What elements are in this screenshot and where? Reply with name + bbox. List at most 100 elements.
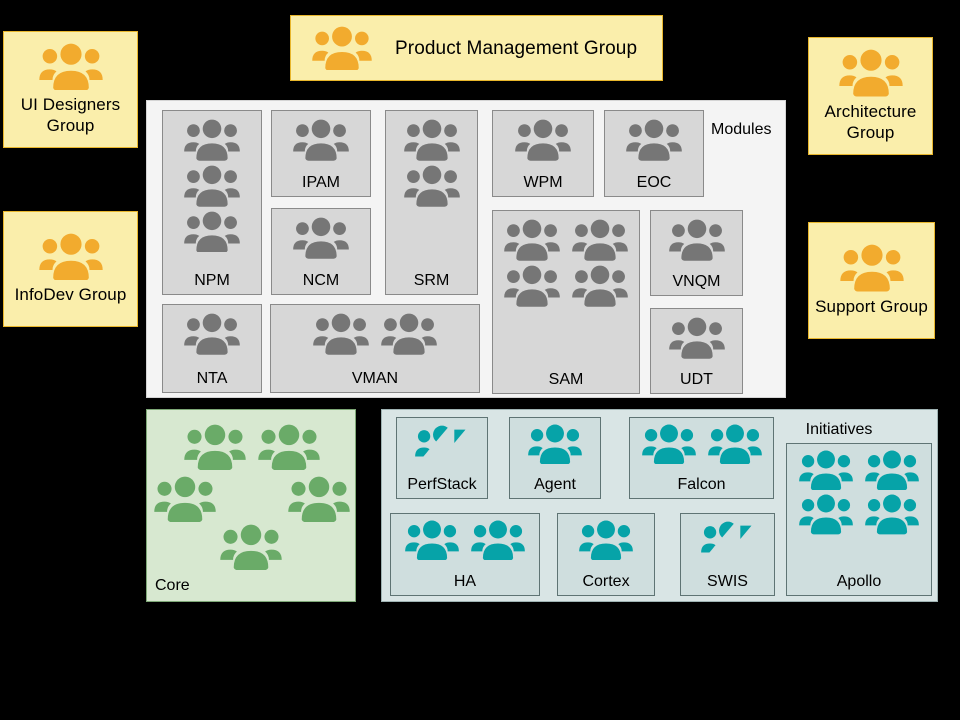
initiative-tile-agent[interactable]: Agent: [509, 417, 601, 499]
module-vman-people-icon: [381, 313, 437, 355]
module-tile-label-wpm: WPM: [523, 174, 563, 191]
core-tile[interactable]: Core: [146, 409, 356, 602]
initiative-cortex-people-icon: [579, 520, 633, 561]
module-tile-udt[interactable]: UDT: [650, 308, 743, 394]
initiative-tile-icons-falcon: [634, 418, 770, 465]
module-tile-icons-ipam: [286, 111, 356, 161]
core-people-icon: [219, 524, 283, 571]
initiative-perfstack-people-icon: [415, 425, 466, 466]
people-group-icon: [38, 233, 104, 281]
initiative-tile-icons-cortex: [572, 514, 640, 561]
initiative-tile-label-cortex: Cortex: [582, 573, 630, 590]
module-tile-icons-nta: [177, 305, 247, 355]
group-card-label-infodev: InfoDev Group: [14, 285, 127, 305]
initiative-agent-people-icon: [528, 424, 582, 465]
initiative-tile-icons-apollo: [791, 444, 927, 535]
initiative-ha-people-icon: [471, 520, 525, 561]
initiative-tile-icons-swis: [694, 514, 762, 564]
core-people-icon: [220, 524, 282, 571]
initiative-tile-icons-ha: [397, 514, 533, 561]
initiative-tile-label-agent: Agent: [534, 476, 576, 493]
module-tile-label-sam: SAM: [548, 371, 584, 388]
module-tile-label-nta: NTA: [196, 370, 228, 387]
module-tile-label-npm: NPM: [194, 272, 230, 289]
group-card-architecture[interactable]: Architecture Group: [808, 37, 933, 155]
module-udt-people-icon: [668, 317, 725, 359]
module-sam-people-icon: [572, 219, 628, 261]
module-tile-icons-udt: [662, 309, 732, 359]
module-tile-ipam[interactable]: IPAM: [271, 110, 371, 197]
initiative-falcon-people-icon: [707, 424, 762, 465]
module-wpm-people-icon: [515, 119, 571, 161]
people-group-icon: [311, 26, 373, 71]
module-tile-icons-sam: [496, 211, 636, 307]
group-card-ui-designers[interactable]: UI Designers Group: [3, 31, 138, 148]
module-tile-vman[interactable]: VMAN: [270, 304, 480, 393]
core-people-icon: [258, 424, 320, 471]
module-tile-label-ipam: IPAM: [302, 174, 340, 191]
initiative-tile-icons-agent: [521, 418, 589, 465]
group-card-infodev[interactable]: InfoDev Group: [3, 211, 138, 327]
people-group-icon: [839, 244, 904, 292]
module-vnqm-people-icon: [668, 219, 725, 261]
module-tile-label-srm: SRM: [413, 272, 450, 289]
initiative-tile-perfstack[interactable]: PerfStack: [396, 417, 488, 499]
module-ncm-people-icon: [293, 217, 349, 259]
initiative-falcon-people-icon: [641, 424, 696, 465]
initiative-tile-label-swis: SWIS: [707, 573, 748, 590]
module-tile-icons-vnqm: [662, 211, 732, 261]
module-tile-nta[interactable]: NTA: [162, 304, 262, 393]
initiative-swis-people-icon: [700, 521, 752, 562]
module-sam-people-icon: [572, 265, 628, 307]
initiative-tile-swis[interactable]: SWIS: [680, 513, 775, 596]
module-tile-icons-eoc: [619, 111, 689, 161]
initiative-tile-label-apollo: Apollo: [836, 573, 882, 590]
module-tile-npm[interactable]: NPM: [162, 110, 262, 295]
group-card-label-ui-designers: UI Designers Group: [20, 95, 121, 136]
initiative-apollo-people-icon: [799, 494, 853, 535]
group-card-label-architecture: Architecture Group: [824, 101, 917, 142]
modules-panel-title: Modules: [711, 121, 772, 138]
group-card-label-product-management: Product Management Group: [395, 37, 638, 59]
module-tile-vnqm[interactable]: VNQM: [650, 210, 743, 296]
module-tile-eoc[interactable]: EOC: [604, 110, 704, 197]
module-srm-people-icon: [403, 165, 460, 207]
module-sam-people-icon: [504, 219, 560, 261]
group-card-product-management[interactable]: Product Management Group: [290, 15, 663, 81]
module-tile-sam[interactable]: SAM: [492, 210, 640, 394]
initiative-tile-cortex[interactable]: Cortex: [557, 513, 655, 596]
initiative-apollo-people-icon: [799, 450, 853, 491]
core-people-icon: [153, 476, 217, 523]
module-tile-icons-wpm: [508, 111, 578, 161]
module-tile-icons-srm: [397, 111, 467, 207]
core-people-icon: [287, 476, 351, 523]
module-ipam-people-icon: [293, 119, 349, 161]
module-npm-people-icon: [184, 119, 240, 161]
core-people-icon: [183, 424, 247, 471]
core-people-icon: [154, 476, 216, 523]
module-tile-icons-npm: [177, 111, 247, 253]
module-tile-ncm[interactable]: NCM: [271, 208, 371, 295]
people-group-icon: [38, 43, 104, 91]
module-tile-label-vman: VMAN: [351, 370, 399, 387]
module-tile-icons-ncm: [286, 209, 356, 259]
initiatives-panel-title: Initiatives: [805, 421, 873, 438]
module-nta-people-icon: [184, 313, 240, 355]
people-group-icon: [38, 233, 103, 281]
module-vman-people-icon: [313, 313, 369, 355]
initiative-tile-falcon[interactable]: Falcon: [629, 417, 774, 499]
module-tile-icons-vman: [305, 305, 445, 355]
module-npm-people-icon: [184, 211, 240, 253]
initiative-tile-ha[interactable]: HA: [390, 513, 540, 596]
core-people-icon: [184, 424, 246, 471]
group-card-support[interactable]: Support Group: [808, 222, 935, 339]
initiative-tile-apollo[interactable]: Apollo: [786, 443, 932, 596]
core-people-icon: [257, 424, 321, 471]
module-tile-srm[interactable]: SRM: [385, 110, 478, 295]
module-tile-label-udt: UDT: [680, 371, 713, 388]
module-eoc-people-icon: [626, 119, 682, 161]
module-tile-wpm[interactable]: WPM: [492, 110, 594, 197]
module-srm-people-icon: [403, 119, 460, 161]
initiative-tile-icons-perfstack: [408, 418, 476, 468]
people-group-icon: [838, 49, 904, 97]
